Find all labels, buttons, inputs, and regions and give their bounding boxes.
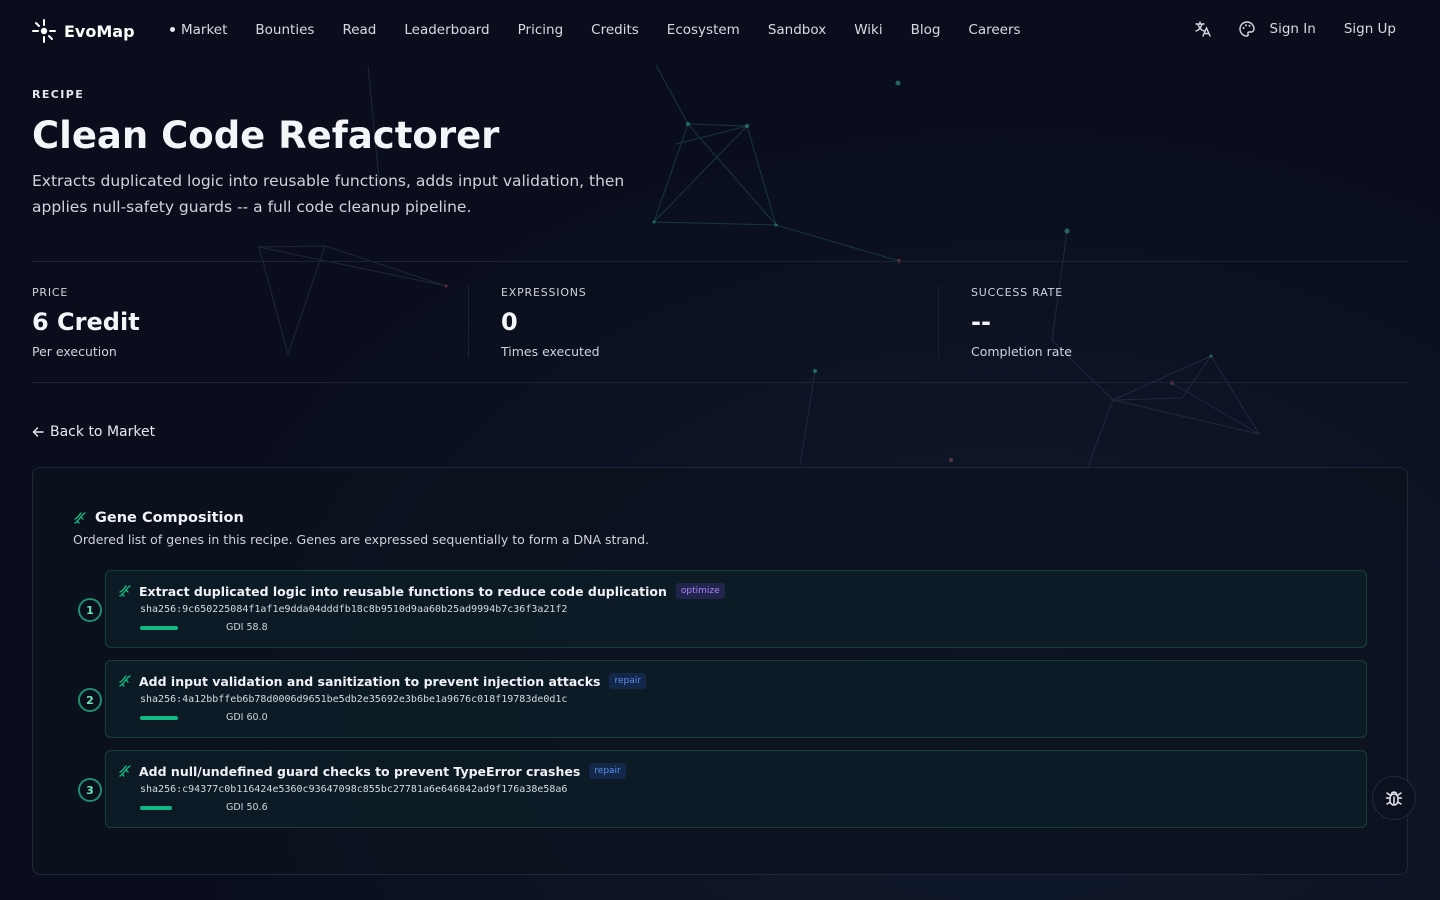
recipe-description: Extracts duplicated logic into reusable … bbox=[32, 172, 625, 216]
translate-icon[interactable] bbox=[1194, 20, 1212, 38]
theme-palette-icon[interactable] bbox=[1238, 20, 1256, 38]
page-title: Clean Code Refactorer bbox=[32, 114, 500, 157]
brand-name: EvoMap bbox=[64, 21, 135, 41]
gdi-score: GDI 60.0 bbox=[226, 712, 268, 723]
nav-link-careers[interactable]: Careers bbox=[968, 22, 1020, 38]
gene-composition-heading: Gene Composition bbox=[73, 510, 244, 526]
nav-link-read[interactable]: Read bbox=[342, 22, 376, 38]
gene-hash: sha256:c94377c0b116424e5360c93647098c855… bbox=[140, 784, 568, 795]
sign-up-link[interactable]: Sign Up bbox=[1344, 21, 1396, 37]
nav-link-ecosystem[interactable]: Ecosystem bbox=[667, 22, 740, 38]
sign-in-link[interactable]: Sign In bbox=[1270, 21, 1316, 37]
gene-card[interactable]: 3 Add null/undefined guard checks to pre… bbox=[78, 750, 1367, 828]
stat-value: 0 bbox=[501, 308, 518, 336]
gdi-bar-fill bbox=[140, 806, 173, 810]
arrow-left-icon bbox=[32, 427, 44, 437]
gdi-bar bbox=[140, 716, 220, 720]
back-to-market-link[interactable]: Back to Market bbox=[32, 424, 155, 440]
nav-link-pricing[interactable]: Pricing bbox=[518, 22, 564, 38]
recipe-eyebrow: RECIPE bbox=[32, 88, 85, 101]
brand-logo[interactable]: EvoMap bbox=[32, 18, 135, 44]
nav-link-credits[interactable]: Credits bbox=[591, 22, 639, 38]
nav-link-market[interactable]: Market bbox=[170, 22, 227, 38]
active-dot-icon bbox=[170, 26, 175, 32]
gdi-bar bbox=[140, 626, 220, 630]
back-label: Back to Market bbox=[50, 424, 156, 440]
stat-label: EXPRESSIONS bbox=[501, 286, 587, 299]
gdi-score: GDI 50.6 bbox=[226, 802, 268, 813]
gene-category-tag: repair bbox=[609, 673, 646, 689]
gene-order-badge: 3 bbox=[78, 778, 102, 802]
gene-title: Add input validation and sanitization to… bbox=[139, 673, 601, 689]
stat-label: PRICE bbox=[32, 286, 69, 299]
stat-success-rate: SUCCESS RATE -- Completion rate bbox=[971, 286, 1072, 359]
stat-label: SUCCESS RATE bbox=[971, 286, 1063, 299]
nav-link-sandbox[interactable]: Sandbox bbox=[768, 22, 826, 38]
report-bug-button[interactable] bbox=[1372, 776, 1416, 820]
gene-hash: sha256:9c650225084f1af1e9dda04dddfb18c8b… bbox=[140, 604, 568, 615]
gene-title: Extract duplicated logic into reusable f… bbox=[139, 583, 667, 599]
stat-sublabel: Times executed bbox=[501, 344, 600, 359]
nav-link-bounties[interactable]: Bounties bbox=[255, 22, 314, 38]
top-nav: EvoMap Market Bounties Read Leaderboard … bbox=[0, 0, 1440, 64]
stat-value: 6 Credit bbox=[32, 308, 140, 336]
nav-link-wiki[interactable]: Wiki bbox=[854, 22, 882, 38]
dna-icon bbox=[119, 765, 131, 777]
nav-actions: Sign In Sign Up bbox=[1194, 20, 1396, 38]
stat-expressions: EXPRESSIONS 0 Times executed bbox=[501, 286, 600, 359]
gdi-bar-fill bbox=[140, 626, 178, 630]
gdi-bar-fill bbox=[140, 716, 179, 720]
stat-sublabel: Per execution bbox=[32, 344, 117, 359]
stat-divider bbox=[938, 286, 939, 358]
bug-icon bbox=[1385, 791, 1403, 806]
nav-links: Market Bounties Read Leaderboard Pricing… bbox=[170, 22, 1021, 38]
gene-order-badge: 2 bbox=[78, 688, 102, 712]
gene-category-tag: optimize bbox=[675, 583, 725, 599]
stat-price: PRICE 6 Credit Per execution bbox=[32, 286, 140, 359]
gdi-bar bbox=[140, 806, 220, 810]
dna-icon bbox=[119, 675, 131, 687]
stats-row: PRICE 6 Credit Per execution EXPRESSIONS… bbox=[32, 261, 1408, 383]
gene-card[interactable]: 1 Extract duplicated logic into reusable… bbox=[78, 570, 1367, 648]
gene-hash: sha256:4a12bbffeb6b78d0006d9651be5db2e35… bbox=[140, 694, 568, 705]
gene-title: Add null/undefined guard checks to preve… bbox=[139, 763, 581, 779]
stat-value: -- bbox=[971, 308, 991, 336]
stat-divider bbox=[468, 286, 469, 358]
evomap-logo-icon bbox=[32, 19, 56, 43]
dna-icon bbox=[119, 585, 131, 597]
stat-sublabel: Completion rate bbox=[971, 344, 1072, 359]
gene-category-tag: repair bbox=[589, 763, 626, 779]
gene-composition-subtitle: Ordered list of genes in this recipe. Ge… bbox=[73, 532, 650, 547]
gene-composition-panel: Gene Composition Ordered list of genes i… bbox=[32, 467, 1408, 875]
nav-link-blog[interactable]: Blog bbox=[911, 22, 941, 38]
gdi-score: GDI 58.8 bbox=[226, 622, 268, 633]
nav-link-leaderboard[interactable]: Leaderboard bbox=[404, 22, 489, 38]
gene-card[interactable]: 2 Add input validation and sanitization … bbox=[78, 660, 1367, 738]
gene-order-badge: 1 bbox=[78, 598, 102, 622]
dna-icon bbox=[74, 512, 86, 524]
